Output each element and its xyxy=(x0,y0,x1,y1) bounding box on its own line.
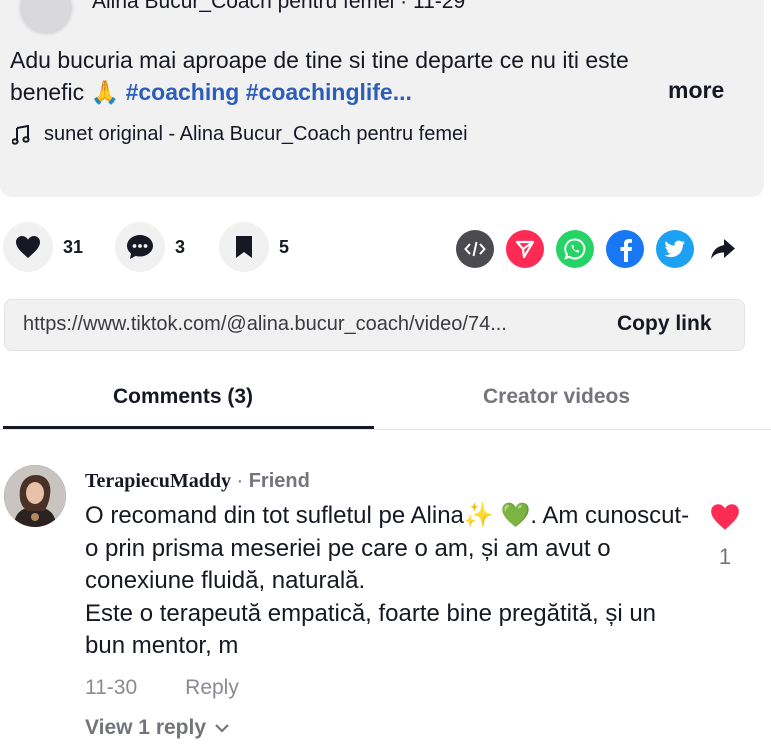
more-share-button[interactable] xyxy=(704,230,742,268)
comment-text: O recomand din tot sufletul pe Alina✨ 💚.… xyxy=(85,500,690,663)
facebook-share-button[interactable] xyxy=(606,230,644,268)
separator-dot: · xyxy=(230,470,249,492)
action-bar: 31 3 5 xyxy=(0,220,771,276)
music-title[interactable]: sunet original - Alina Bucur_Coach pentr… xyxy=(44,123,468,146)
share-arrow-icon xyxy=(711,239,735,259)
save-count: 5 xyxy=(279,236,290,257)
comments-tabs: Comments (3) Creator videos xyxy=(0,370,771,430)
active-tab-indicator xyxy=(3,426,374,429)
post-date: · 11-29 xyxy=(394,0,466,13)
music-note-icon xyxy=(12,124,30,145)
chevron-down-icon xyxy=(215,724,229,733)
comment-button[interactable] xyxy=(115,222,165,272)
comment-bubble-icon xyxy=(127,235,153,259)
like-count: 31 xyxy=(63,236,84,257)
pray-emoji: 🙏 xyxy=(90,79,120,105)
send-to-friends-icon xyxy=(515,240,535,259)
send-to-friends-button[interactable] xyxy=(506,230,544,268)
video-url[interactable]: https://www.tiktok.com/@alina.bucur_coac… xyxy=(23,313,507,336)
author-name[interactable]: Alina Bucur_Coach pentru femei xyxy=(92,0,394,13)
author-info[interactable]: Alina Bucur_Coach pentru femei · 11-29 xyxy=(92,0,465,14)
friend-badge: Friend xyxy=(248,470,310,492)
more-options-icon[interactable]: ••• xyxy=(700,0,738,4)
embed-icon xyxy=(464,241,486,257)
save-action[interactable]: 5 xyxy=(219,222,289,272)
post-card: Alina Bucur_Coach pentru femei · 11-29 •… xyxy=(0,0,764,197)
facebook-icon xyxy=(620,239,632,262)
green-heart-emoji: 💚 xyxy=(500,502,531,529)
avatar-photo xyxy=(4,465,66,527)
reply-button[interactable]: Reply xyxy=(185,676,239,699)
favorite-button[interactable] xyxy=(219,222,269,272)
view-replies-label[interactable]: View 1 reply xyxy=(85,716,206,740)
music-row[interactable]: sunet original - Alina Bucur_Coach pentr… xyxy=(12,123,468,146)
twitter-share-button[interactable] xyxy=(656,230,694,268)
like-action[interactable]: 31 xyxy=(3,222,83,272)
twitter-icon xyxy=(664,240,685,258)
comment-meta: 11-30 Reply xyxy=(85,676,239,700)
tab-comments[interactable]: Comments (3) xyxy=(113,385,253,409)
commenter-username[interactable]: TerapiecuMaddy xyxy=(85,470,231,492)
heart-icon xyxy=(16,236,40,258)
comment-like-count: 1 xyxy=(718,544,732,569)
copy-link-button[interactable]: Copy link xyxy=(617,312,712,336)
video-link-bar: https://www.tiktok.com/@alina.bucur_coac… xyxy=(4,299,745,351)
comment-text-part-1: O recomand din tot sufletul pe Alina xyxy=(85,502,464,529)
whatsapp-share-button[interactable] xyxy=(556,230,594,268)
like-button[interactable] xyxy=(3,222,53,272)
author-avatar[interactable] xyxy=(18,0,74,36)
comment-date: 11-30 xyxy=(85,676,138,699)
comment-like[interactable]: 1 xyxy=(708,503,742,570)
embed-button[interactable] xyxy=(456,230,494,268)
comment-count: 3 xyxy=(175,236,186,257)
comment-text-part-3: Este o terapeută empatică, foarte bine p… xyxy=(85,599,657,660)
commenter-avatar[interactable] xyxy=(4,465,66,527)
comment-action[interactable]: 3 xyxy=(115,222,185,272)
caption-hashtags[interactable]: #coaching #coachinglife... xyxy=(126,79,412,105)
whatsapp-icon xyxy=(564,238,586,260)
view-replies-button[interactable]: View 1 reply xyxy=(85,716,230,740)
comment-header: TerapiecuMaddy · Friend xyxy=(85,470,310,493)
sparkles-emoji: ✨ xyxy=(463,502,494,529)
tab-creator-videos[interactable]: Creator videos xyxy=(483,385,630,409)
caption-more-button[interactable]: more xyxy=(668,77,724,104)
comment-heart-icon[interactable] xyxy=(710,503,740,531)
post-caption: Adu bucuria mai aproape de tine si tine … xyxy=(10,44,670,108)
bookmark-icon xyxy=(236,236,252,258)
